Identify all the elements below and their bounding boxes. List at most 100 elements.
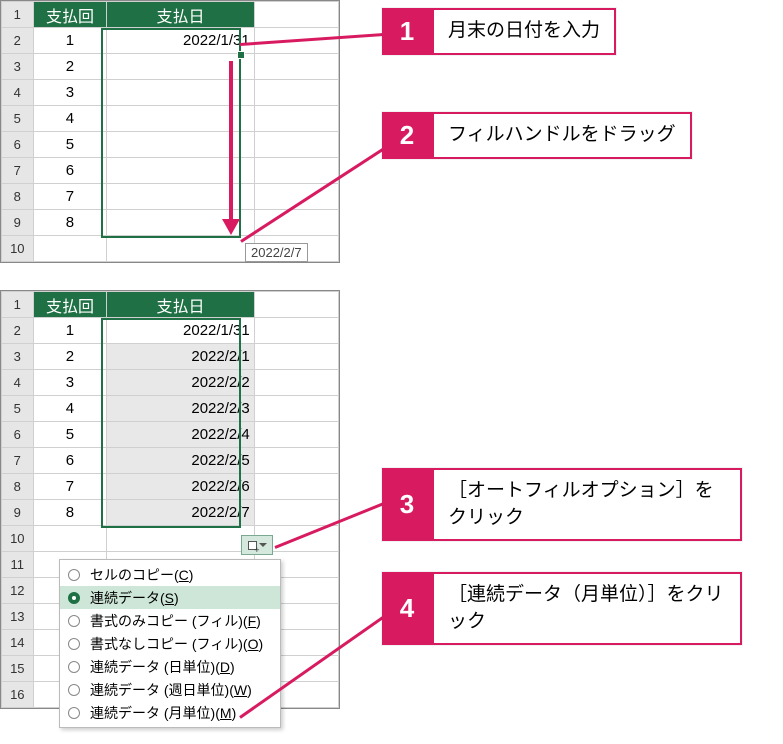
cell[interactable] [254, 80, 338, 106]
chevron-down-icon [259, 543, 267, 547]
autofill-options-button[interactable] [241, 535, 273, 555]
radio-icon [68, 592, 80, 604]
cell[interactable] [254, 106, 338, 132]
row-header[interactable]: 10 [2, 526, 34, 552]
cell[interactable] [254, 318, 338, 344]
cell[interactable] [254, 2, 338, 28]
step-text: ［オートフィルオプション］をクリック [432, 468, 742, 541]
cell[interactable]: 2022/1/31 [107, 318, 254, 344]
radio-icon [68, 661, 80, 673]
cell[interactable]: 1 [33, 28, 107, 54]
row-header[interactable]: 8 [2, 184, 34, 210]
drag-tooltip: 2022/2/7 [245, 243, 308, 262]
cell[interactable] [33, 236, 107, 262]
cell[interactable]: 5 [33, 132, 107, 158]
row-header[interactable]: 3 [2, 54, 34, 80]
cell[interactable]: 2022/1/31 [107, 28, 254, 54]
cell[interactable]: 2022/2/1 [107, 344, 254, 370]
cell[interactable]: 2022/2/3 [107, 396, 254, 422]
menu-item-fill-weekdays[interactable]: 連続データ (週日単位)(W) [60, 678, 280, 701]
cell[interactable]: 8 [33, 210, 107, 236]
cell[interactable]: 5 [33, 422, 107, 448]
step-text: 月末の日付を入力 [432, 8, 616, 55]
column-header-paydate[interactable]: 支払日 [107, 292, 254, 318]
row-header[interactable]: 3 [2, 344, 34, 370]
cell[interactable] [254, 396, 338, 422]
row-header[interactable]: 1 [2, 2, 34, 28]
row-header[interactable]: 4 [2, 370, 34, 396]
cell[interactable]: 3 [33, 80, 107, 106]
step-number: 4 [382, 572, 432, 645]
row-header[interactable]: 1 [2, 292, 34, 318]
cell[interactable]: 2022/2/4 [107, 422, 254, 448]
row-header[interactable]: 11 [2, 552, 34, 578]
cell[interactable]: 2022/2/6 [107, 474, 254, 500]
cell[interactable] [254, 500, 338, 526]
cell[interactable] [254, 292, 338, 318]
row-header[interactable]: 8 [2, 474, 34, 500]
row-header[interactable]: 2 [2, 28, 34, 54]
menu-item-fill-format-only[interactable]: 書式のみコピー (フィル)(F) [60, 609, 280, 632]
cell[interactable]: 2022/2/7 [107, 500, 254, 526]
cell[interactable]: 7 [33, 474, 107, 500]
row-header[interactable]: 16 [2, 682, 34, 708]
menu-item-fill-days[interactable]: 連続データ (日単位)(D) [60, 655, 280, 678]
cell[interactable]: 2022/2/5 [107, 448, 254, 474]
cell[interactable] [254, 158, 338, 184]
radio-icon [68, 638, 80, 650]
cell[interactable]: 1 [33, 318, 107, 344]
cell[interactable]: 4 [33, 396, 107, 422]
cell[interactable]: 2 [33, 54, 107, 80]
step-text: ［連続データ（月単位）］をクリック [432, 572, 742, 645]
cell[interactable] [254, 132, 338, 158]
row-header[interactable]: 4 [2, 80, 34, 106]
column-header-payno[interactable]: 支払回 [33, 292, 107, 318]
callout-step-3: 3 ［オートフィルオプション］をクリック [382, 468, 742, 541]
cell[interactable] [254, 474, 338, 500]
radio-icon [68, 707, 80, 719]
row-header[interactable]: 5 [2, 396, 34, 422]
cell[interactable] [254, 54, 338, 80]
row-header[interactable]: 6 [2, 132, 34, 158]
row-header[interactable]: 12 [2, 578, 34, 604]
row-header[interactable]: 5 [2, 106, 34, 132]
radio-icon [68, 684, 80, 696]
cell[interactable]: 3 [33, 370, 107, 396]
cell[interactable] [107, 236, 254, 262]
cell[interactable]: 4 [33, 106, 107, 132]
step-number: 3 [382, 468, 432, 541]
row-header[interactable]: 9 [2, 210, 34, 236]
fill-handle[interactable] [237, 51, 245, 59]
cell[interactable] [254, 448, 338, 474]
step-number: 2 [382, 112, 432, 159]
column-header-payno[interactable]: 支払回 [33, 2, 107, 28]
row-header[interactable]: 6 [2, 422, 34, 448]
row-header[interactable]: 7 [2, 448, 34, 474]
cell[interactable]: 7 [33, 184, 107, 210]
menu-item-copy-cells[interactable]: セルのコピー(C) [60, 563, 280, 586]
cell[interactable] [254, 370, 338, 396]
menu-item-fill-series[interactable]: 連続データ(S) [60, 586, 280, 609]
row-header[interactable]: 10 [2, 236, 34, 262]
cell[interactable]: 8 [33, 500, 107, 526]
row-header[interactable]: 7 [2, 158, 34, 184]
menu-item-fill-without-format[interactable]: 書式なしコピー (フィル)(O) [60, 632, 280, 655]
cell[interactable] [107, 526, 254, 552]
cell[interactable] [254, 344, 338, 370]
cell[interactable] [254, 422, 338, 448]
cell[interactable]: 6 [33, 158, 107, 184]
row-header[interactable]: 13 [2, 604, 34, 630]
cell[interactable] [33, 526, 107, 552]
radio-icon [68, 569, 80, 581]
row-header[interactable]: 2 [2, 318, 34, 344]
radio-icon [68, 615, 80, 627]
cell[interactable]: 6 [33, 448, 107, 474]
spreadsheet-bottom: 1 支払回 支払日 212022/1/31 322022/2/1 432022/… [0, 290, 340, 709]
cell[interactable]: 2022/2/2 [107, 370, 254, 396]
row-header[interactable]: 9 [2, 500, 34, 526]
row-header[interactable]: 14 [2, 630, 34, 656]
row-header[interactable]: 15 [2, 656, 34, 682]
column-header-paydate[interactable]: 支払日 [107, 2, 254, 28]
cell[interactable]: 2 [33, 344, 107, 370]
autofill-options-menu: セルのコピー(C) 連続データ(S) 書式のみコピー (フィル)(F) 書式なし… [59, 559, 281, 728]
